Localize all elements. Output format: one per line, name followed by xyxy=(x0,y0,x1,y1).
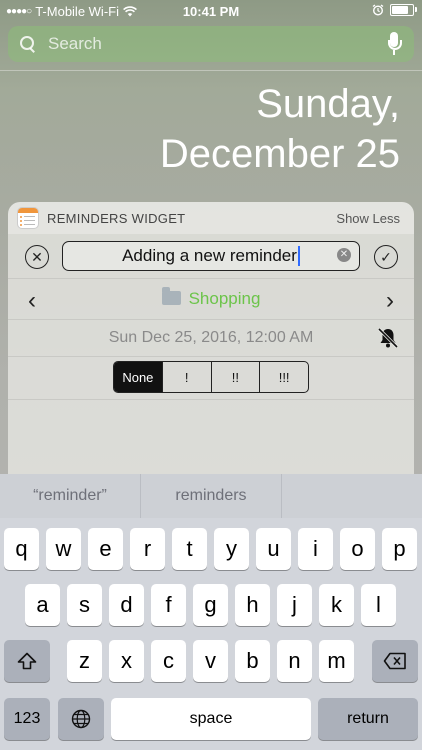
confirm-button[interactable]: ✓ xyxy=(374,245,398,269)
key-d[interactable]: d xyxy=(109,584,144,626)
status-right xyxy=(372,4,417,16)
priority-low-button[interactable]: ! xyxy=(161,362,211,392)
key-y[interactable]: y xyxy=(214,528,249,570)
key-c[interactable]: c xyxy=(151,640,186,682)
key-i[interactable]: i xyxy=(298,528,333,570)
key-v[interactable]: v xyxy=(193,640,228,682)
reminder-text-field[interactable]: Adding a new reminder ✕ xyxy=(62,241,360,271)
date-weekday: Sunday, xyxy=(256,82,400,126)
suggestion-item[interactable]: “reminder” xyxy=(0,474,140,518)
key-m[interactable]: m xyxy=(319,640,354,682)
key-e[interactable]: e xyxy=(88,528,123,570)
folder-icon xyxy=(161,287,181,305)
close-icon: ✕ xyxy=(31,248,43,265)
status-bar: ●●●●○ T-Mobile Wi-Fi 10:41 PM xyxy=(0,0,422,22)
keyboard: q w e r t y u i o p a s d f g h j k l z … xyxy=(0,518,422,750)
key-r[interactable]: r xyxy=(130,528,165,570)
row-divider xyxy=(8,399,414,400)
space-key[interactable]: space xyxy=(111,698,311,740)
suggestion-item[interactable]: reminders xyxy=(140,474,281,518)
battery-fill xyxy=(392,6,408,14)
key-j[interactable]: j xyxy=(277,584,312,626)
key-n[interactable]: n xyxy=(277,640,312,682)
widget-header: REMINDERS WIDGET Show Less xyxy=(8,202,414,234)
search-icon xyxy=(20,36,36,52)
checkmark-icon: ✓ xyxy=(380,248,392,265)
key-f[interactable]: f xyxy=(151,584,186,626)
priority-segmented-control: None ! !! !!! xyxy=(113,361,309,393)
key-a[interactable]: a xyxy=(25,584,60,626)
cancel-button[interactable]: ✕ xyxy=(25,245,49,269)
clear-text-icon[interactable]: ✕ xyxy=(337,248,351,262)
due-date-text[interactable]: Sun Dec 25, 2016, 12:00 AM xyxy=(8,329,414,347)
priority-none-button[interactable]: None xyxy=(114,362,162,392)
key-g[interactable]: g xyxy=(193,584,228,626)
key-p[interactable]: p xyxy=(382,528,417,570)
delete-key[interactable] xyxy=(372,640,418,682)
date-month-day: December 25 xyxy=(159,132,400,176)
numbers-key[interactable]: 123 xyxy=(4,698,50,740)
key-b[interactable]: b xyxy=(235,640,270,682)
key-x[interactable]: x xyxy=(109,640,144,682)
search-divider xyxy=(0,70,422,71)
search-bar[interactable]: Search xyxy=(8,26,414,62)
globe-icon xyxy=(71,709,91,729)
alarm-clock-icon xyxy=(372,4,384,16)
key-h[interactable]: h xyxy=(235,584,270,626)
bell-off-icon[interactable] xyxy=(376,326,400,350)
list-name-label: Shopping xyxy=(188,289,261,308)
text-caret xyxy=(297,246,300,266)
due-date-row: Sun Dec 25, 2016, 12:00 AM xyxy=(8,320,414,356)
suggestion-item[interactable] xyxy=(281,474,422,518)
key-o[interactable]: o xyxy=(340,528,375,570)
shift-key[interactable] xyxy=(4,640,50,682)
microphone-icon[interactable] xyxy=(388,32,402,56)
reminder-input-row: ✕ Adding a new reminder ✕ ✓ xyxy=(8,234,414,278)
suggestion-bar: “reminder” reminders xyxy=(0,474,422,518)
key-q[interactable]: q xyxy=(4,528,39,570)
widget-body: ✕ Adding a new reminder ✕ ✓ ‹ Shopping ›… xyxy=(8,234,414,474)
search-input[interactable]: Search xyxy=(48,34,388,54)
list-name-display[interactable]: Shopping xyxy=(8,287,414,309)
priority-high-button[interactable]: !!! xyxy=(259,362,308,392)
key-z[interactable]: z xyxy=(67,640,102,682)
reminder-text-value: Adding a new reminder xyxy=(122,246,297,265)
shift-arrow-icon xyxy=(17,652,37,670)
key-l[interactable]: l xyxy=(361,584,396,626)
return-key[interactable]: return xyxy=(318,698,418,740)
show-less-button[interactable]: Show Less xyxy=(336,211,400,226)
reminders-app-icon xyxy=(17,207,39,229)
key-t[interactable]: t xyxy=(172,528,207,570)
key-w[interactable]: w xyxy=(46,528,81,570)
next-list-button[interactable]: › xyxy=(386,287,394,315)
globe-key[interactable] xyxy=(58,698,104,740)
widget-title: REMINDERS WIDGET xyxy=(47,210,186,226)
key-k[interactable]: k xyxy=(319,584,354,626)
backspace-icon xyxy=(383,652,406,670)
status-time: 10:41 PM xyxy=(182,4,240,19)
priority-row: None ! !! !!! xyxy=(8,357,414,397)
list-selector-row: ‹ Shopping › xyxy=(8,279,414,319)
key-u[interactable]: u xyxy=(256,528,291,570)
priority-medium-button[interactable]: !! xyxy=(210,362,260,392)
key-s[interactable]: s xyxy=(67,584,102,626)
battery-icon xyxy=(390,4,417,16)
